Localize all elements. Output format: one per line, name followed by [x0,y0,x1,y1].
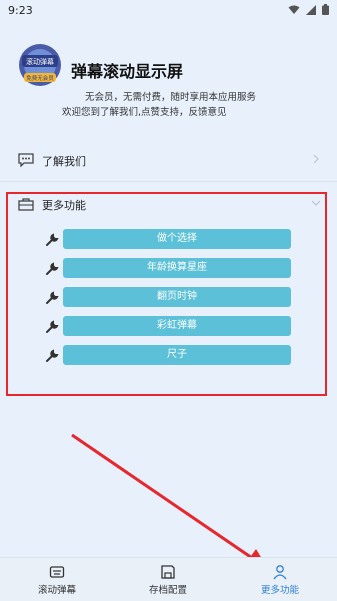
feature-item: 彩虹弹幕 [45,316,295,338]
feature-item: 年龄换算星座 [45,258,295,280]
more-functions-row[interactable]: 更多功能 [0,190,337,218]
status-bar: 9:23 [0,0,337,22]
more-functions-label: 更多功能 [42,199,86,212]
status-time: 9:23 [8,4,33,17]
chat-icon [18,153,34,167]
chevron-down-icon [311,200,321,206]
bottom-nav: 滚动弹幕 存档配置 更多功能 [0,557,337,601]
intro-line-1: 无会员，无需付费，随时享用本应用服务 [85,92,257,103]
rainbow-danmaku-button[interactable]: 彩虹弹幕 [63,316,291,336]
intro-line-2: 欢迎您到了解我们,点赞支持，反馈意见 [62,107,227,118]
feature-item: 尺子 [45,345,295,367]
tab-label: 更多功能 [260,585,299,596]
person-icon [273,565,287,580]
battery-icon [322,4,329,15]
tab-label: 存档配置 [148,585,187,596]
tab-scroll-danmaku[interactable]: 滚动弹幕 [12,564,102,596]
about-us-row[interactable]: 了解我们 [0,146,337,174]
app-logo: 滚动弹幕 免费无会员 [19,44,61,86]
wifi-icon [288,5,300,14]
divider [0,181,337,182]
toolbox-icon [18,198,34,211]
tab-saved-config[interactable]: 存档配置 [123,564,213,596]
logo-text-top: 滚动弹幕 [26,57,54,66]
ruler-button[interactable]: 尺子 [63,345,291,365]
wrench-icon [46,262,59,275]
make-a-choice-button[interactable]: 做个选择 [63,229,291,249]
tab-label: 滚动弹幕 [37,585,76,596]
wrench-icon [46,320,59,333]
feature-item: 做个选择 [45,229,295,251]
about-us-label: 了解我们 [42,155,86,168]
tab-more-functions[interactable]: 更多功能 [235,564,325,596]
wrench-icon [46,349,59,362]
flip-clock-button[interactable]: 翻页时钟 [63,287,291,307]
keyboard-icon [49,566,65,578]
chevron-right-icon [313,154,319,164]
wrench-icon [46,291,59,304]
status-icons [288,4,329,15]
age-to-zodiac-button[interactable]: 年龄换算星座 [63,258,291,278]
signal-icon [306,4,316,15]
wrench-icon [46,233,59,246]
app-title: 弹幕滚动显示屏 [71,62,184,81]
save-icon [161,565,175,579]
logo-text-bottom: 免费无会员 [26,74,54,82]
feature-item: 翻页时钟 [45,287,295,309]
